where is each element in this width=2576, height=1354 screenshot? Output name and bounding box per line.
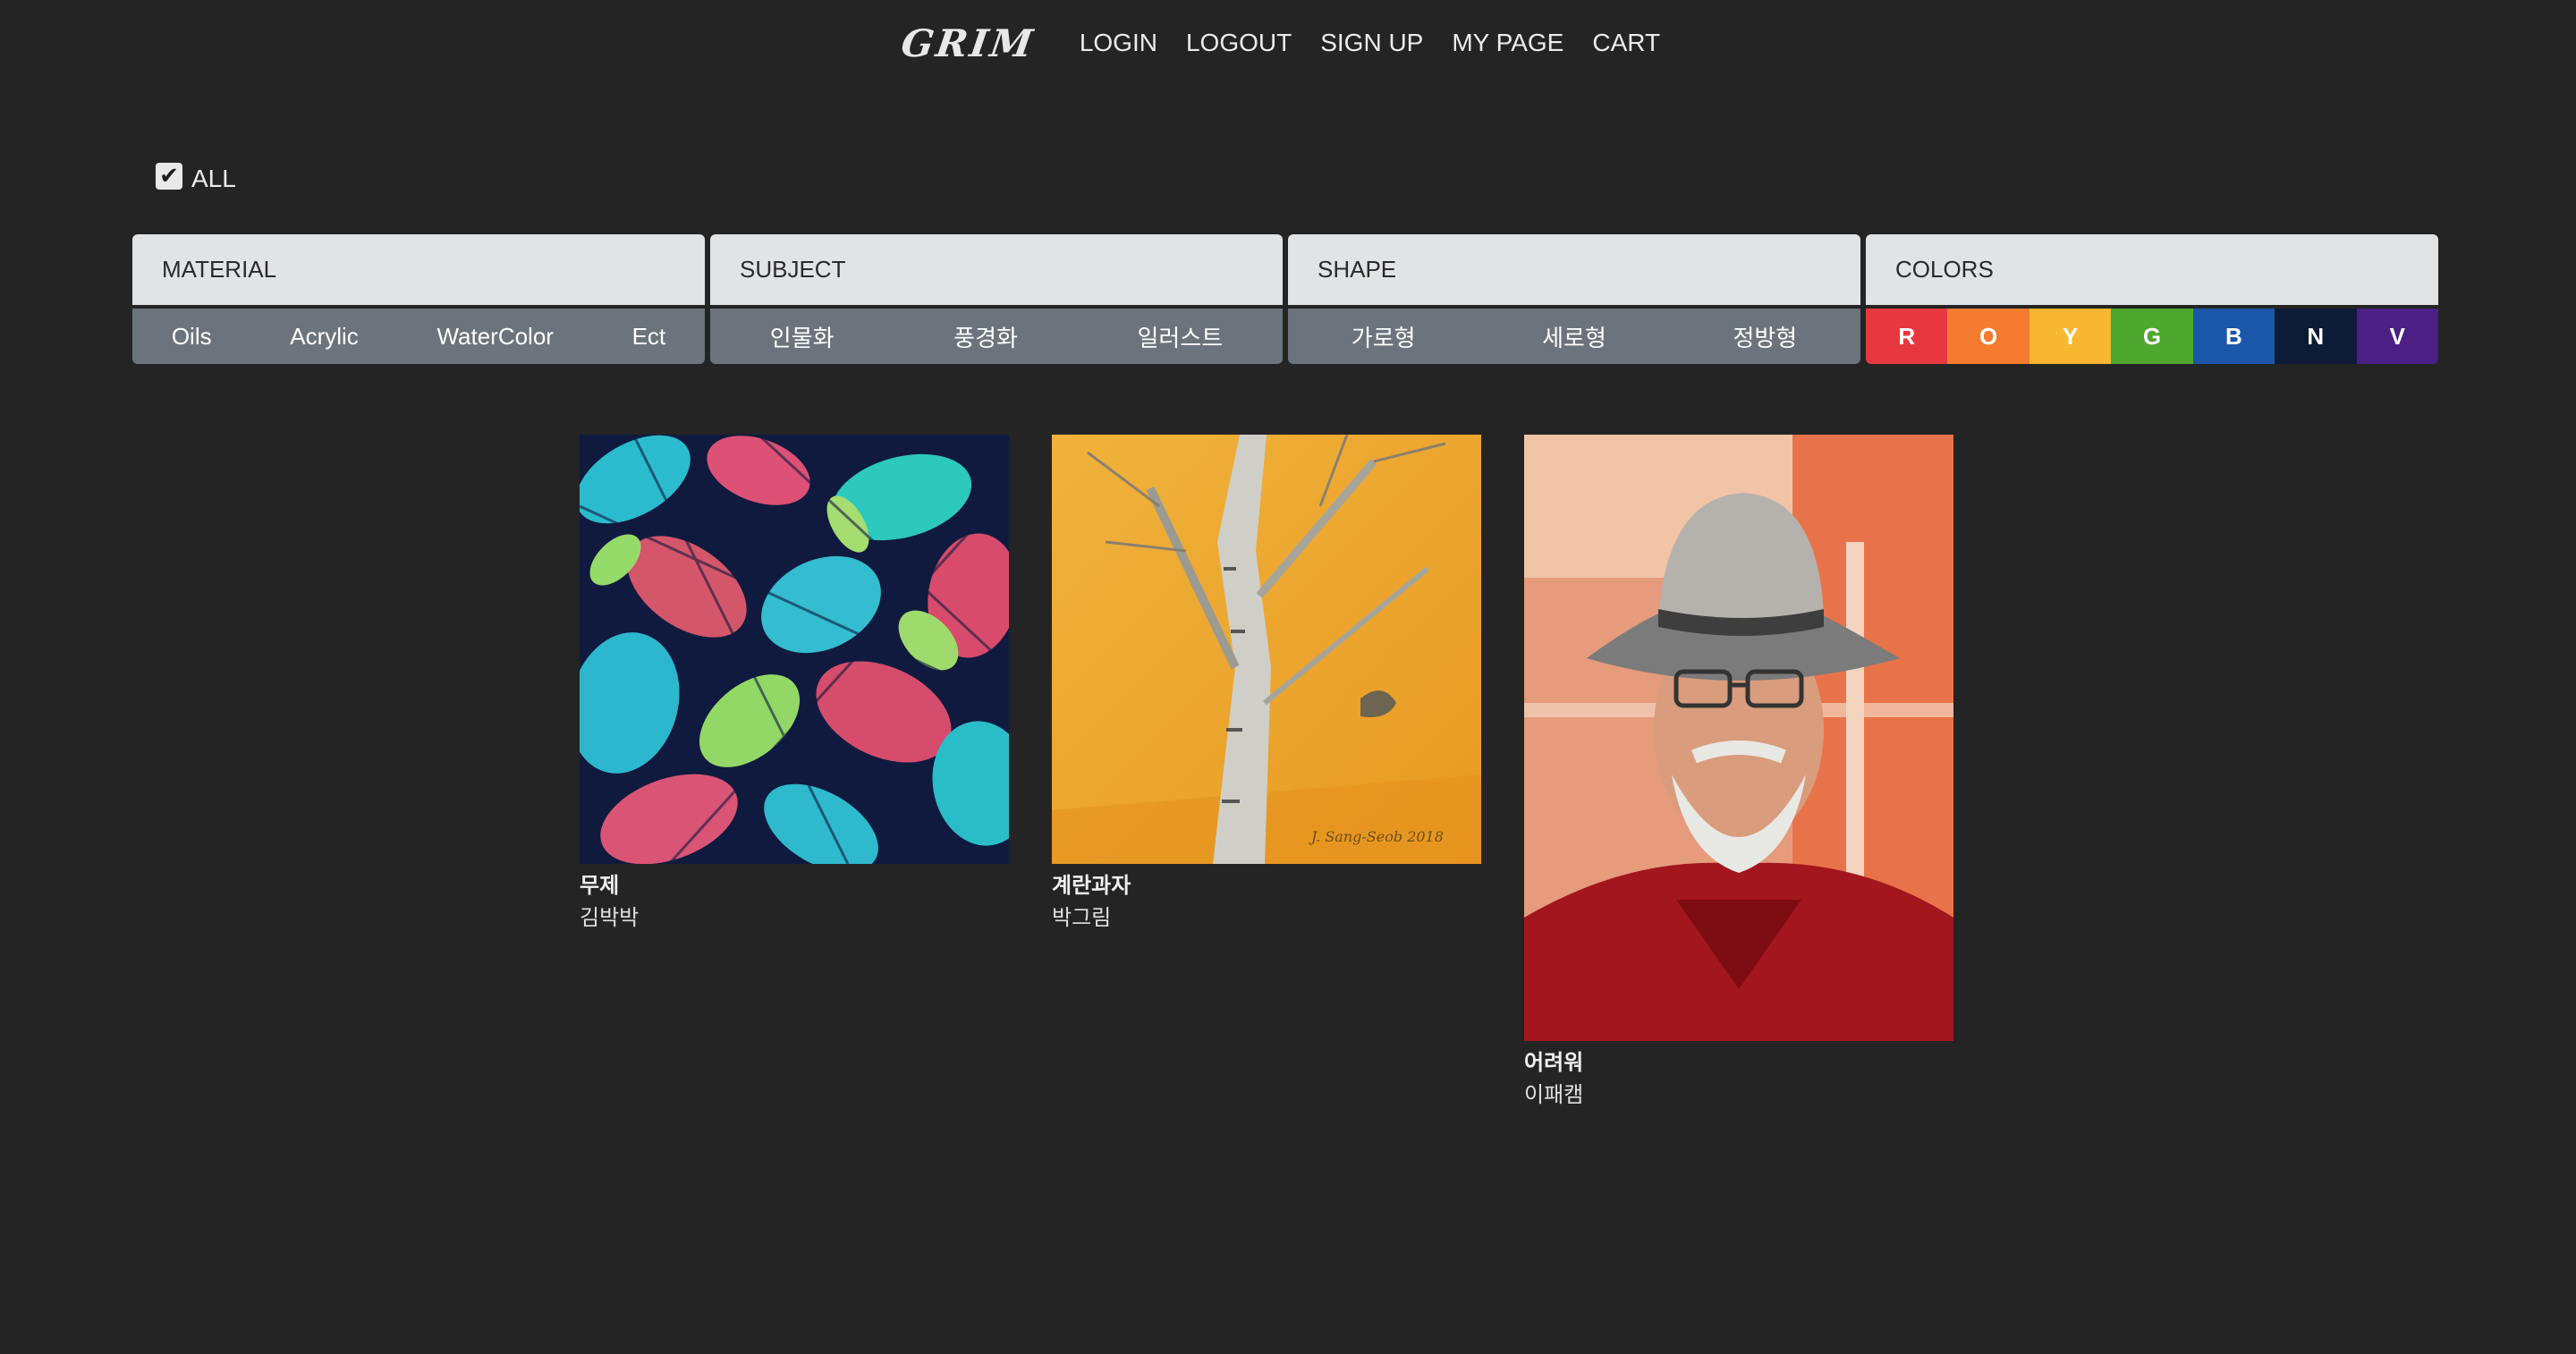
artwork-image-birch-tree[interactable]: J. Sang-Seob 2018 bbox=[1052, 435, 1481, 864]
shape-options: 가로형 세로형 정방형 bbox=[1288, 309, 1860, 364]
shape-filter: SHAPE 가로형 세로형 정방형 bbox=[1288, 234, 1860, 364]
artwork-gallery: 무제 김박박 J. Sang-Seob 2018 계란과자 박그림 어려워 이패… bbox=[580, 435, 1953, 1111]
artwork-artist: 박그림 bbox=[1052, 905, 1112, 930]
subject-options: 인물화 풍경화 일러스트 bbox=[710, 309, 1283, 364]
nav-logout-link[interactable]: LOGOUT bbox=[1186, 29, 1292, 57]
color-swatch-green[interactable]: G bbox=[2111, 309, 2193, 364]
all-checkbox-label: ALL bbox=[191, 165, 236, 192]
material-options: Oils Acrylic WaterColor Ect bbox=[132, 309, 705, 364]
shape-option-vertical[interactable]: 세로형 bbox=[1542, 320, 1606, 353]
artwork-image-tropical-leaves[interactable] bbox=[580, 435, 1009, 864]
nav-mypage-link[interactable]: MY PAGE bbox=[1452, 29, 1563, 57]
colors-filter: COLORS R O Y G B N V bbox=[1866, 234, 2438, 364]
color-swatch-navy[interactable]: N bbox=[2275, 309, 2357, 364]
color-swatch-blue[interactable]: B bbox=[2192, 309, 2275, 364]
color-swatch-yellow[interactable]: Y bbox=[2029, 309, 2112, 364]
all-filter-row: ✔ ALL bbox=[156, 157, 236, 195]
artwork-title[interactable]: 어려워 bbox=[1524, 1046, 1953, 1079]
site-logo[interactable]: GRIM bbox=[898, 21, 1038, 65]
colors-filter-title: COLORS bbox=[1866, 234, 2438, 305]
artwork-card[interactable]: 무제 김박박 bbox=[580, 435, 1009, 934]
top-nav: GRIM LOGIN LOGOUT SIGN UP MY PAGE CART bbox=[0, 20, 2576, 66]
material-option-watercolor[interactable]: WaterColor bbox=[436, 323, 554, 351]
svg-text:J. Sang-Seob 2018: J. Sang-Seob 2018 bbox=[1309, 828, 1444, 845]
filter-bar: MATERIAL Oils Acrylic WaterColor Ect SUB… bbox=[132, 234, 2438, 364]
material-option-acrylic[interactable]: Acrylic bbox=[290, 323, 359, 351]
artwork-artist: 김박박 bbox=[580, 905, 640, 930]
nav-signup-link[interactable]: SIGN UP bbox=[1320, 29, 1423, 57]
material-option-ect[interactable]: Ect bbox=[632, 323, 666, 351]
artwork-image-portrait[interactable] bbox=[1524, 435, 1953, 1041]
nav-cart-link[interactable]: CART bbox=[1592, 29, 1660, 57]
color-swatch-red[interactable]: R bbox=[1866, 309, 1948, 364]
shape-filter-title: SHAPE bbox=[1288, 234, 1860, 305]
material-filter: MATERIAL Oils Acrylic WaterColor Ect bbox=[132, 234, 705, 364]
all-checkbox[interactable]: ✔ bbox=[156, 163, 182, 190]
color-swatches: R O Y G B N V bbox=[1866, 309, 2438, 364]
subject-filter: SUBJECT 인물화 풍경화 일러스트 bbox=[710, 234, 1283, 364]
color-swatch-orange[interactable]: O bbox=[1947, 309, 2029, 364]
subject-option-illustration[interactable]: 일러스트 bbox=[1138, 320, 1224, 353]
artwork-title[interactable]: 무제 bbox=[580, 869, 1009, 901]
artwork-card[interactable]: J. Sang-Seob 2018 계란과자 박그림 bbox=[1052, 435, 1481, 934]
color-swatch-violet[interactable]: V bbox=[2356, 309, 2438, 364]
artwork-artist: 이패캠 bbox=[1524, 1082, 1584, 1107]
material-option-oils[interactable]: Oils bbox=[172, 323, 212, 351]
nav-login-link[interactable]: LOGIN bbox=[1080, 29, 1157, 57]
subject-filter-title: SUBJECT bbox=[710, 234, 1283, 305]
subject-option-portrait[interactable]: 인물화 bbox=[770, 320, 835, 353]
shape-option-horizontal[interactable]: 가로형 bbox=[1352, 320, 1416, 353]
subject-option-landscape[interactable]: 풍경화 bbox=[953, 320, 1018, 353]
artwork-title[interactable]: 계란과자 bbox=[1052, 869, 1481, 901]
material-filter-title: MATERIAL bbox=[132, 234, 705, 305]
shape-option-square[interactable]: 정방형 bbox=[1733, 320, 1797, 353]
artwork-card[interactable]: 어려워 이패캠 bbox=[1524, 435, 1953, 1111]
